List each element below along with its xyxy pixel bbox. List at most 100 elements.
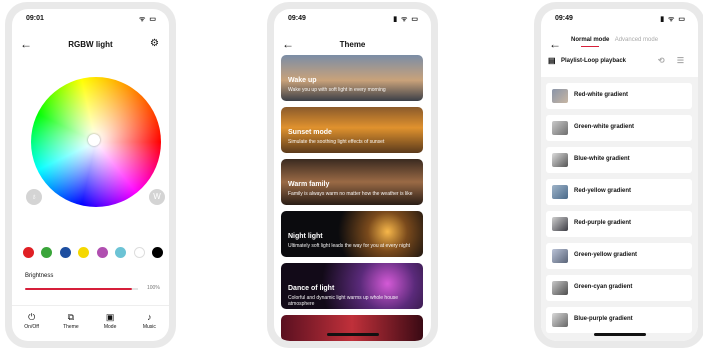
phone-modes: 09:49 ▮ ᯤ ▭ ← Normal mode Advanced mode … [534, 2, 703, 348]
screen-theme: 09:49 ▮ ᯤ ▭ ← Theme Wake up Wake you up … [274, 9, 431, 341]
gradient-thumbnail [552, 185, 568, 199]
gradient-name: Red-white gradient [574, 92, 629, 98]
theme-card-partial[interactable] [281, 315, 423, 341]
card-description: Ultimately soft light leads the way for … [288, 243, 411, 249]
card-title: Night light [288, 233, 323, 240]
status-time: 09:01 [26, 15, 44, 22]
gradient-thumbnail [552, 281, 568, 295]
gradient-name: Blue-white gradient [574, 156, 630, 162]
card-description: Colorful and dynamic light warms up whol… [288, 295, 399, 307]
screen-rgbw-light: 09:01 ᯤ ▭ ← RGBW light ⚙ ♁ W Brightness … [12, 9, 169, 341]
status-bar: 09:49 ▮ ᯤ ▭ [541, 9, 698, 29]
card-title: Warm family [288, 181, 330, 188]
tab-normal-mode[interactable]: Normal mode [571, 37, 609, 43]
white-mode-button[interactable]: W [149, 189, 165, 205]
theme-card-sunset-mode[interactable]: Sunset mode Simulate the soothing light … [281, 107, 423, 153]
gradient-list: Red-white gradient Green-white gradient … [541, 77, 698, 341]
brightness-label: Brightness [25, 273, 54, 279]
brightness-slider-track [132, 288, 138, 290]
mode-tabs: Normal mode Advanced mode [571, 37, 658, 43]
playlist-icon: ▤ [548, 56, 556, 65]
tab-theme[interactable]: ⧉ Theme [56, 306, 86, 341]
card-title: Dance of light [288, 285, 335, 292]
card-title: Wake up [288, 77, 317, 84]
top-bar: ← RGBW light ⚙ [12, 35, 169, 55]
top-bar: ← Theme [274, 35, 431, 55]
bottom-tab-bar: ⏻ On/Off ⧉ Theme ▣ Mode ♪ Music [12, 305, 169, 341]
theme-card-night-light[interactable]: Night light Ultimately soft light leads … [281, 211, 423, 257]
card-description: Simulate the soothing light effects of s… [288, 139, 385, 145]
playlist-label: Playlist-Loop playback [561, 58, 627, 64]
page-title: RGBW light [68, 40, 113, 49]
music-icon: ♪ [147, 312, 152, 322]
tab-advanced-mode[interactable]: Advanced mode [615, 37, 658, 43]
list-item[interactable]: Green-white gradient [546, 115, 692, 141]
tab-on-off[interactable]: ⏻ On/Off [17, 306, 47, 341]
color-swatch-red[interactable] [23, 247, 34, 258]
card-title: Sunset mode [288, 129, 332, 136]
tab-label: On/Off [24, 324, 39, 330]
gradient-name: Red-yellow gradient [574, 188, 632, 194]
list-item[interactable]: Red-purple gradient [546, 211, 692, 237]
tab-label: Music [142, 324, 156, 330]
card-description: Wake you up with soft light in every mor… [288, 87, 386, 93]
list-item[interactable]: Red-white gradient [546, 83, 692, 109]
status-time: 09:49 [555, 15, 573, 22]
gear-icon[interactable]: ⚙ [150, 38, 159, 49]
brightness-value: 100% [147, 285, 160, 291]
card-description: Family is always warm no matter how the … [288, 191, 413, 197]
page-title: Theme [339, 40, 366, 49]
playlist-row: ▤ Playlist-Loop playback ⟲ ☰ [548, 56, 691, 70]
gradient-name: Green-yellow gradient [574, 252, 638, 258]
phone-theme: 09:49 ▮ ᯤ ▭ ← Theme Wake up Wake you up … [267, 2, 438, 348]
color-swatch-purple[interactable] [96, 247, 108, 258]
tab-mode[interactable]: ▣ Mode [95, 306, 125, 341]
status-icons: ᯤ ▭ [139, 16, 157, 23]
color-swatch-cyan[interactable] [115, 247, 127, 258]
gradient-thumbnail [552, 153, 568, 167]
back-arrow-icon[interactable]: ← [549, 38, 561, 50]
home-indicator [594, 333, 646, 336]
theme-icon: ⧉ [67, 312, 75, 322]
status-bar: 09:01 ᯤ ▭ [12, 9, 169, 29]
power-icon: ⏻ [28, 312, 36, 322]
color-swatches [23, 247, 163, 259]
color-picker-handle[interactable] [88, 134, 100, 146]
theme-card-wake-up[interactable]: Wake up Wake you up with soft light in e… [281, 55, 423, 101]
home-indicator [327, 333, 379, 336]
status-icons: ▮ ᯤ ▭ [660, 16, 686, 23]
color-swatch-yellow[interactable] [78, 247, 90, 258]
mode-icon: ▣ [105, 312, 115, 322]
gradient-name: Green-white gradient [574, 124, 635, 130]
brightness-slider[interactable] [25, 288, 132, 290]
tab-label: Theme [63, 324, 79, 330]
list-item[interactable]: Green-yellow gradient [546, 243, 692, 269]
gradient-thumbnail [552, 217, 568, 231]
gradient-thumbnail [552, 89, 568, 103]
gradient-thumbnail [552, 313, 568, 327]
tab-music[interactable]: ♪ Music [134, 306, 164, 341]
status-time: 09:49 [288, 15, 306, 22]
gradient-thumbnail [552, 121, 568, 135]
gradient-name: Green-cyan gradient [574, 284, 633, 290]
phone-rgbw-light: 09:01 ᯤ ▭ ← RGBW light ⚙ ♁ W Brightness … [5, 2, 176, 348]
gradient-name: Blue-purple gradient [574, 316, 633, 322]
playlist-controls[interactable]: ⟲ ☰ [658, 56, 689, 65]
list-item[interactable]: Red-yellow gradient [546, 179, 692, 205]
color-swatch-blue[interactable] [59, 247, 71, 258]
tab-label: Mode [103, 324, 117, 330]
theme-card-warm-family[interactable]: Warm family Family is always warm no mat… [281, 159, 423, 205]
list-item[interactable]: Green-cyan gradient [546, 275, 692, 301]
gradient-thumbnail [552, 249, 568, 263]
color-swatch-green[interactable] [41, 247, 53, 258]
gradient-name: Red-purple gradient [574, 220, 632, 226]
color-swatch-white[interactable] [133, 247, 145, 258]
light-mode-button[interactable]: ♁ [26, 189, 42, 205]
list-item[interactable]: Blue-purple gradient [546, 307, 692, 333]
list-item[interactable]: Blue-white gradient [546, 147, 692, 173]
status-icons: ▮ ᯤ ▭ [393, 16, 419, 23]
color-swatch-black[interactable] [151, 247, 163, 258]
status-bar: 09:49 ▮ ᯤ ▭ [274, 9, 431, 29]
screen-modes: 09:49 ▮ ᯤ ▭ ← Normal mode Advanced mode … [541, 9, 698, 341]
theme-card-dance-of-light[interactable]: Dance of light Colorful and dynamic ligh… [281, 263, 423, 309]
